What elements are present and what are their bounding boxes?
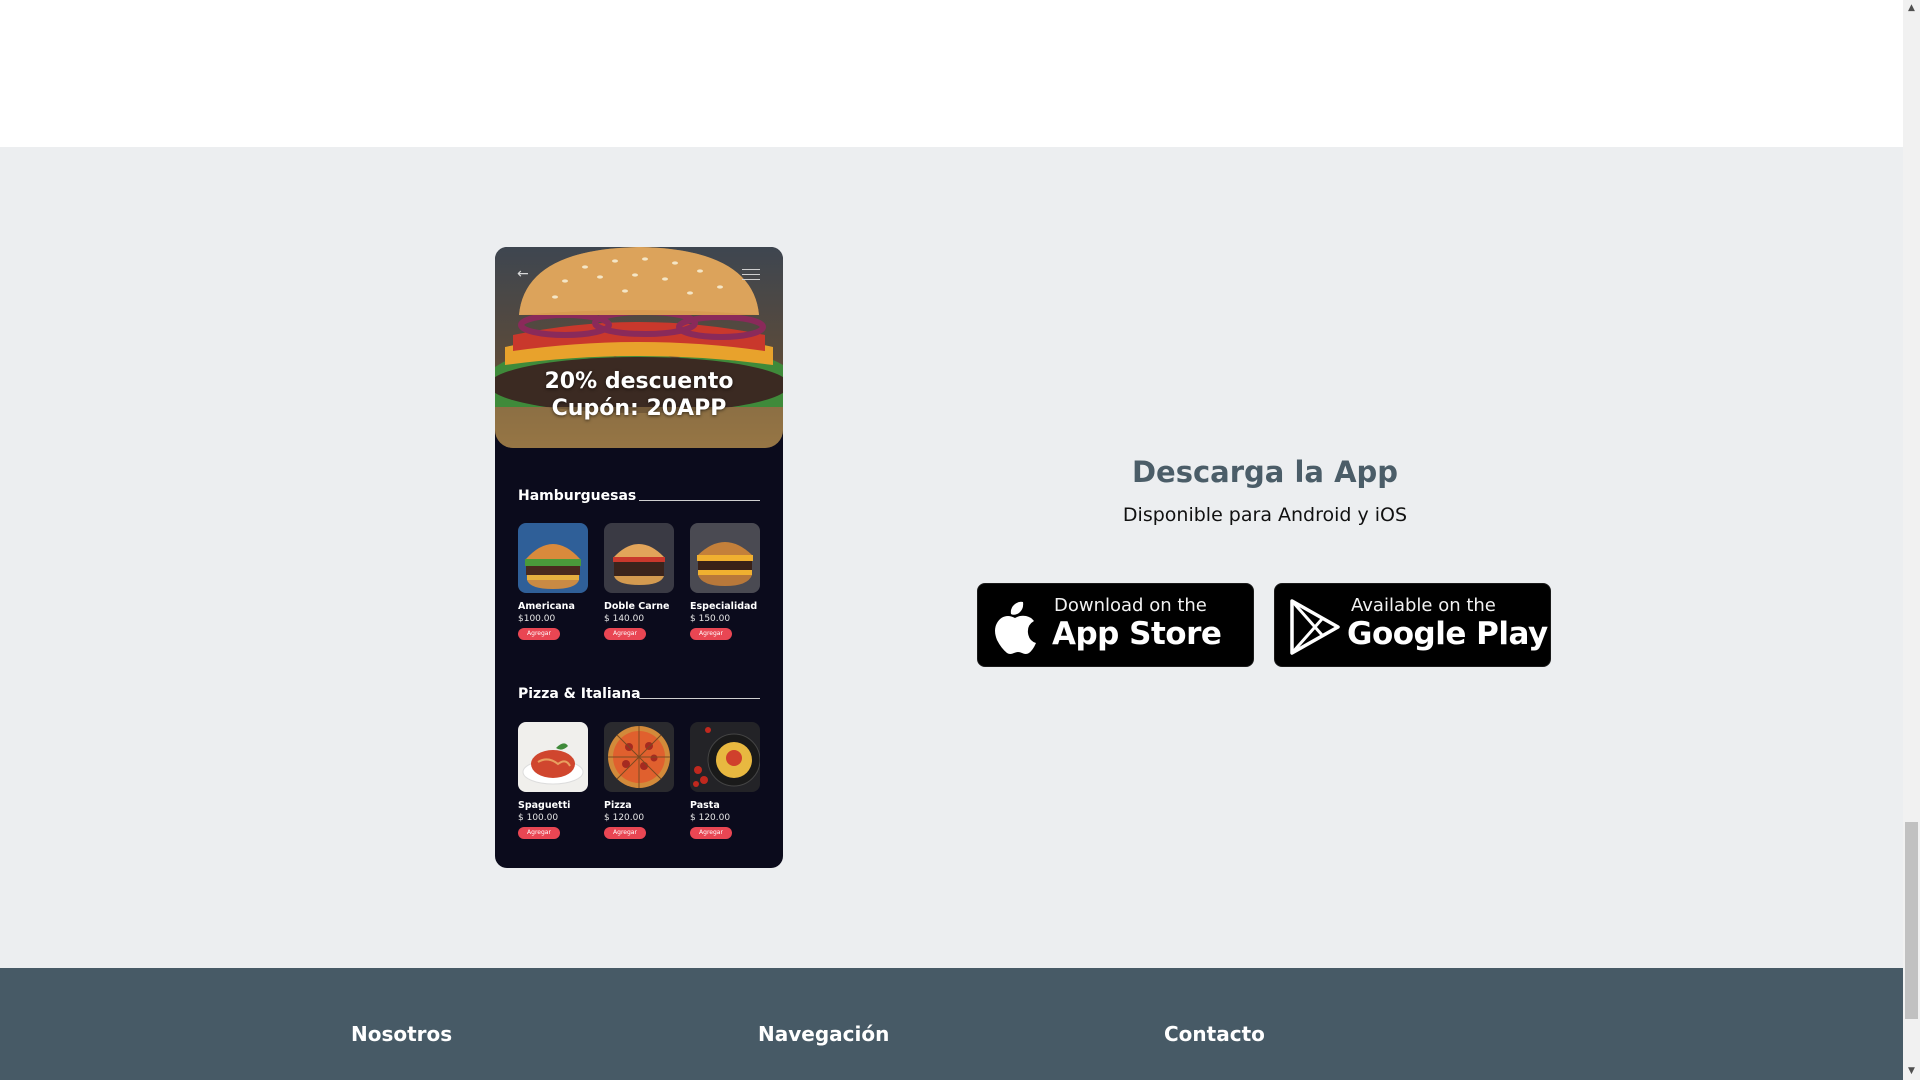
menu-item-spaguetti[interactable]: Spaguetti $ 100.00 Agregar — [518, 722, 588, 839]
category-divider — [639, 500, 760, 501]
pizza-thumbnail — [604, 722, 674, 792]
page-scrollbar[interactable]: ▲ ▼ — [1903, 0, 1920, 1080]
phone-mockup: ← 20% descuento Cupón: 20APP Hamburguesa… — [495, 247, 783, 868]
pasta-thumbnail — [690, 722, 760, 792]
google-play-big-text: Google Play — [1347, 616, 1548, 652]
item-name: Doble Carne — [604, 601, 670, 612]
item-name: Spaguetti — [518, 800, 571, 811]
item-price: $ 140.00 — [604, 614, 645, 624]
item-name: Pizza — [604, 800, 632, 811]
item-name: Americana — [518, 601, 575, 612]
footer-heading-contacto: Contacto — [1164, 1022, 1265, 1046]
category-divider — [639, 698, 760, 699]
menu-item-pasta[interactable]: Pasta $ 120.00 Agregar — [690, 722, 760, 839]
item-name: Pasta — [690, 800, 720, 811]
google-play-small-text: Available on the — [1351, 595, 1496, 616]
promo-hero-image: ← 20% descuento Cupón: 20APP — [495, 247, 783, 448]
item-price: $100.00 — [518, 614, 556, 624]
item-price: $ 120.00 — [604, 813, 645, 823]
app-store-button[interactable]: Download on the App Store — [977, 583, 1254, 667]
scrollbar-thumb[interactable] — [1905, 822, 1918, 1019]
category-title-burgers: Hamburguesas — [518, 488, 637, 504]
category-title-pizza: Pizza & Italiana — [518, 686, 641, 702]
menu-item-especialidad[interactable]: Especialidad $ 150.00 Agregar — [690, 523, 760, 640]
item-price: $ 150.00 — [690, 614, 731, 624]
page: ← 20% descuento Cupón: 20APP Hamburguesa… — [0, 0, 1903, 1080]
promo-discount-text: 20% descuento — [544, 369, 734, 394]
item-name: Especialidad — [690, 601, 758, 612]
add-to-cart-button[interactable]: Agregar — [690, 827, 732, 839]
burger-thumbnail — [518, 523, 588, 593]
download-app-section — [0, 147, 1903, 968]
add-to-cart-button[interactable]: Agregar — [690, 628, 732, 640]
item-price: $ 100.00 — [518, 813, 559, 823]
scroll-down-arrow-icon[interactable]: ▼ — [1903, 1063, 1920, 1080]
add-to-cart-button[interactable]: Agregar — [518, 827, 560, 839]
app-store-big-text: App Store — [1052, 616, 1222, 652]
app-store-small-text: Download on the — [1054, 595, 1207, 616]
download-subtitle: Disponible para Android y iOS — [1122, 504, 1408, 526]
menu-item-pizza[interactable]: Pizza $ 120.00 Agregar — [604, 722, 674, 839]
hamburger-menu-icon[interactable] — [742, 269, 760, 281]
footer — [0, 968, 1903, 1080]
scroll-up-arrow-icon[interactable]: ▲ — [1903, 0, 1920, 17]
apple-logo-icon — [995, 601, 1036, 654]
google-play-button[interactable]: Available on the Google Play — [1274, 583, 1551, 667]
burger-thumbnail — [690, 523, 760, 593]
add-to-cart-button[interactable]: Agregar — [518, 628, 560, 640]
footer-heading-navegacion: Navegación — [758, 1022, 890, 1046]
item-price: $ 120.00 — [690, 813, 731, 823]
promo-coupon-text: Cupón: 20APP — [551, 396, 727, 421]
arrow-left-icon[interactable]: ← — [517, 267, 537, 281]
add-to-cart-button[interactable]: Agregar — [604, 628, 646, 640]
burger-thumbnail — [604, 523, 674, 593]
download-title: Descarga la App — [1131, 455, 1399, 489]
menu-item-doble-carne[interactable]: Doble Carne $ 140.00 Agregar — [604, 523, 674, 640]
google-play-icon — [1290, 599, 1340, 655]
menu-item-americana[interactable]: Americana $100.00 Agregar — [518, 523, 588, 640]
spaghetti-thumbnail — [518, 722, 588, 792]
add-to-cart-button[interactable]: Agregar — [604, 827, 646, 839]
footer-heading-nosotros: Nosotros — [351, 1022, 453, 1046]
top-blank-area — [0, 0, 1903, 147]
